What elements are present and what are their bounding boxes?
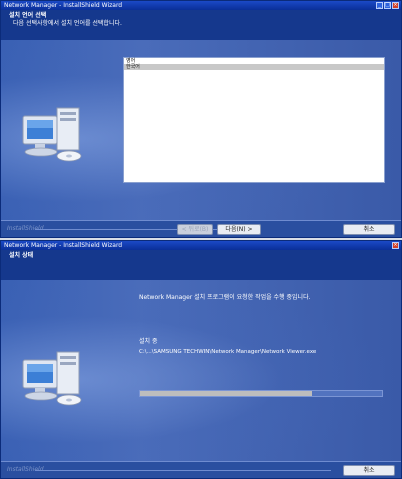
header-title: 설치 언어 선택 — [9, 12, 47, 19]
wizard-footer: InstallShield 취소 — [1, 461, 401, 478]
header-title: 설치 상태 — [9, 252, 34, 259]
title-bar[interactable]: Network Manager - InstallShield Wizard _… — [1, 1, 401, 10]
install-path: C:\...\SAMSUNG TECHWIN\Network Manager\N… — [139, 349, 317, 355]
computer-icon — [22, 351, 82, 406]
progress-fill — [140, 391, 312, 396]
wizard-body: 영어 한국어 — [1, 40, 401, 220]
list-item-selected[interactable]: 한국어 — [124, 64, 384, 70]
maximize-button[interactable]: □ — [384, 2, 391, 9]
progress-bar — [139, 390, 383, 397]
installer-window-status: Network Manager - InstallShield Wizard ×… — [0, 240, 402, 479]
cancel-button[interactable]: 취소 — [343, 224, 395, 235]
minimize-button[interactable]: _ — [376, 2, 383, 9]
title-bar[interactable]: Network Manager - InstallShield Wizard × — [1, 241, 401, 250]
footer-divider — [35, 470, 331, 471]
window-title: Network Manager - InstallShield Wizard — [4, 242, 123, 249]
status-text: Network Manager 설치 프로그램이 요청한 작업을 수행 중입니다… — [139, 294, 311, 301]
window-title: Network Manager - InstallShield Wizard — [4, 2, 123, 9]
wizard-footer: InstallShield < 뒤로(B) 다음(N) > 취소 — [1, 220, 401, 237]
header-subtitle: 다음 선택사항에서 설치 언어를 선택합니다. — [13, 20, 122, 27]
back-button[interactable]: < 뒤로(B) — [177, 224, 213, 235]
language-listbox[interactable]: 영어 한국어 — [123, 57, 385, 183]
computer-icon — [22, 107, 82, 162]
close-button[interactable]: × — [392, 2, 399, 9]
next-button[interactable]: 다음(N) > — [217, 224, 261, 235]
wizard-header: 설치 언어 선택 다음 선택사항에서 설치 언어를 선택합니다. — [1, 10, 401, 40]
installing-label: 설치 중 — [139, 338, 158, 345]
cancel-button[interactable]: 취소 — [343, 465, 395, 476]
installer-window-language: Network Manager - InstallShield Wizard _… — [0, 0, 402, 238]
wizard-header: 설치 상태 — [1, 250, 401, 280]
close-button[interactable]: × — [392, 242, 399, 249]
wizard-body: Network Manager 설치 프로그램이 요청한 작업을 수행 중입니다… — [1, 280, 401, 461]
